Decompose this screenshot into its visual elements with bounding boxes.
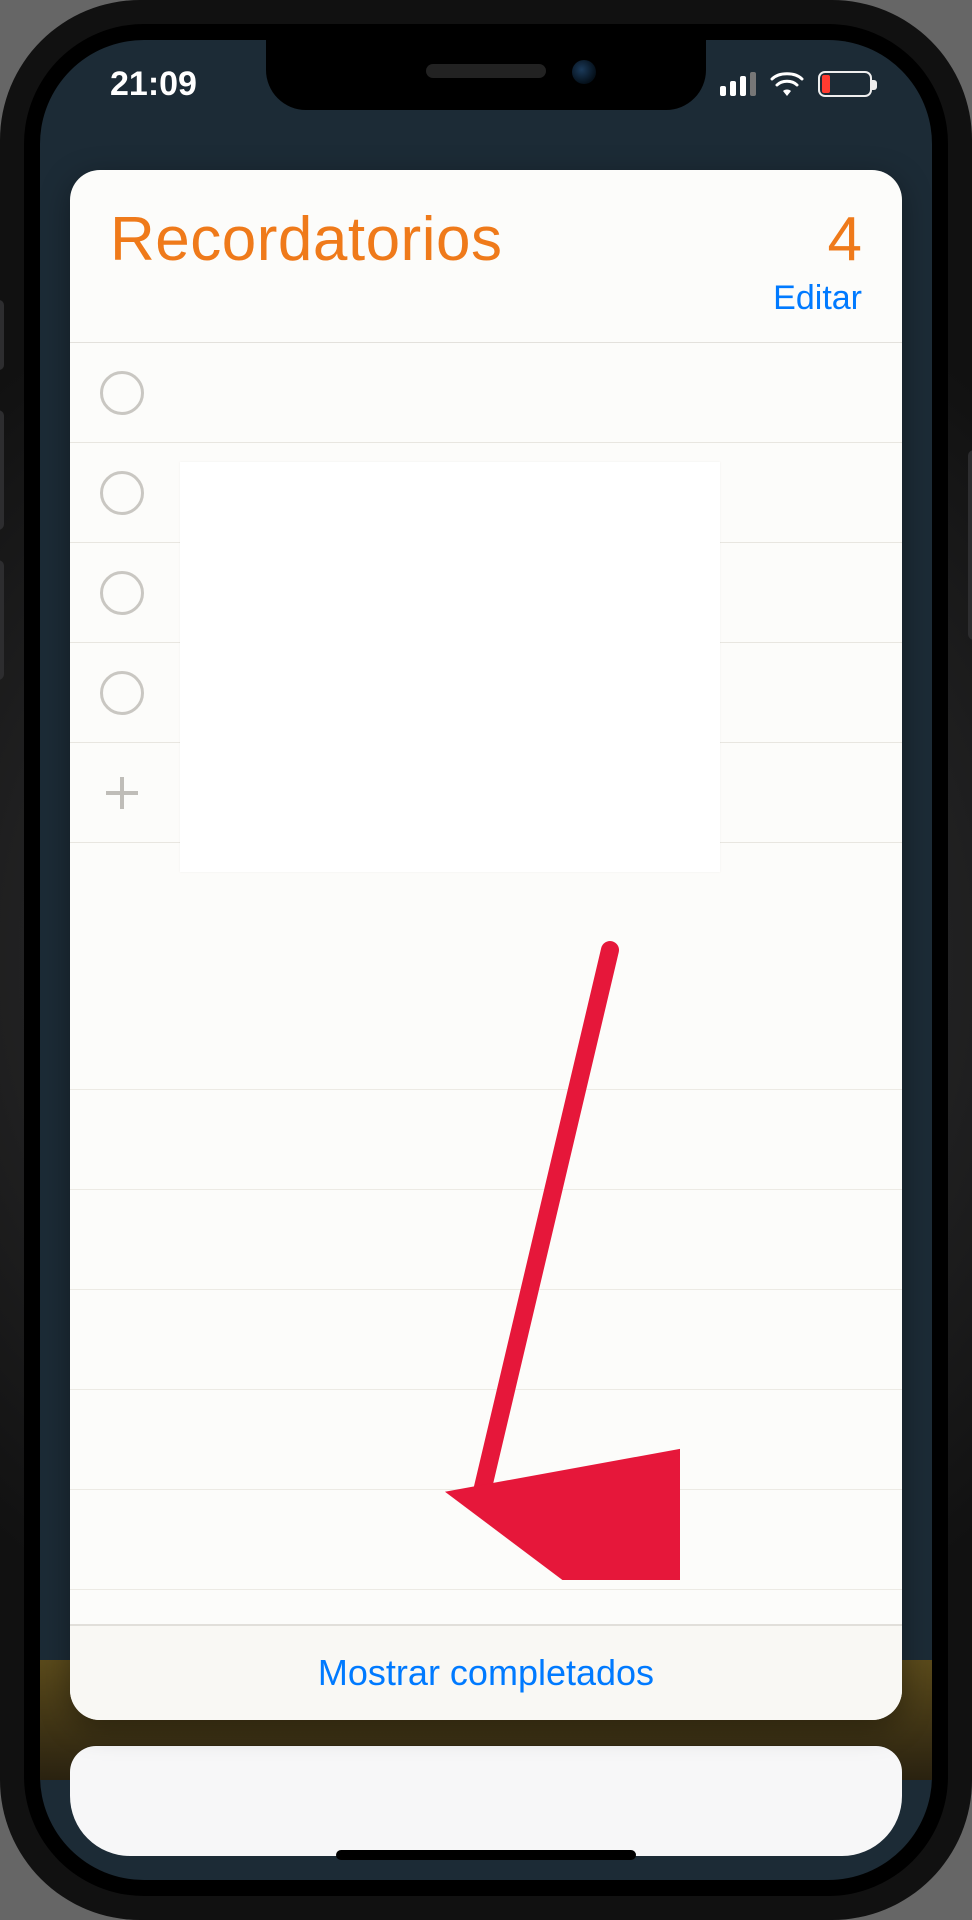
volume-up-button[interactable] bbox=[0, 410, 4, 530]
list-title: Recordatorios bbox=[110, 204, 502, 275]
reminder-row[interactable] bbox=[70, 343, 902, 443]
notch bbox=[266, 40, 706, 110]
home-indicator[interactable] bbox=[336, 1850, 636, 1860]
power-button[interactable] bbox=[968, 450, 972, 640]
volume-down-button[interactable] bbox=[0, 560, 4, 680]
front-camera bbox=[572, 60, 596, 84]
reminder-count: 4 bbox=[828, 204, 862, 275]
cellular-signal-icon bbox=[720, 72, 756, 96]
card-header: Recordatorios 4 Editar bbox=[70, 170, 902, 322]
status-time: 21:09 bbox=[90, 65, 197, 104]
phone-inner: 21:09 bbox=[24, 24, 948, 1896]
ruled-lines bbox=[70, 990, 902, 1624]
reminder-circle-icon[interactable] bbox=[100, 371, 144, 415]
show-completed-button[interactable]: Mostrar completados bbox=[70, 1624, 902, 1720]
reminder-circle-icon[interactable] bbox=[100, 471, 144, 515]
redacted-overlay bbox=[180, 462, 720, 872]
status-right bbox=[720, 71, 882, 97]
reminders-card: Recordatorios 4 Editar bbox=[70, 170, 902, 1720]
background-toolbar bbox=[70, 1746, 902, 1856]
reminder-circle-icon[interactable] bbox=[100, 671, 144, 715]
mute-switch[interactable] bbox=[0, 300, 4, 370]
wifi-icon bbox=[770, 71, 804, 97]
screen: 21:09 bbox=[40, 40, 932, 1880]
edit-button[interactable]: Editar bbox=[773, 279, 862, 317]
phone-frame: 21:09 bbox=[0, 0, 972, 1920]
speaker-grill bbox=[426, 64, 546, 78]
reminder-circle-icon[interactable] bbox=[100, 571, 144, 615]
plus-icon[interactable] bbox=[100, 771, 144, 815]
battery-low-icon bbox=[818, 71, 872, 97]
